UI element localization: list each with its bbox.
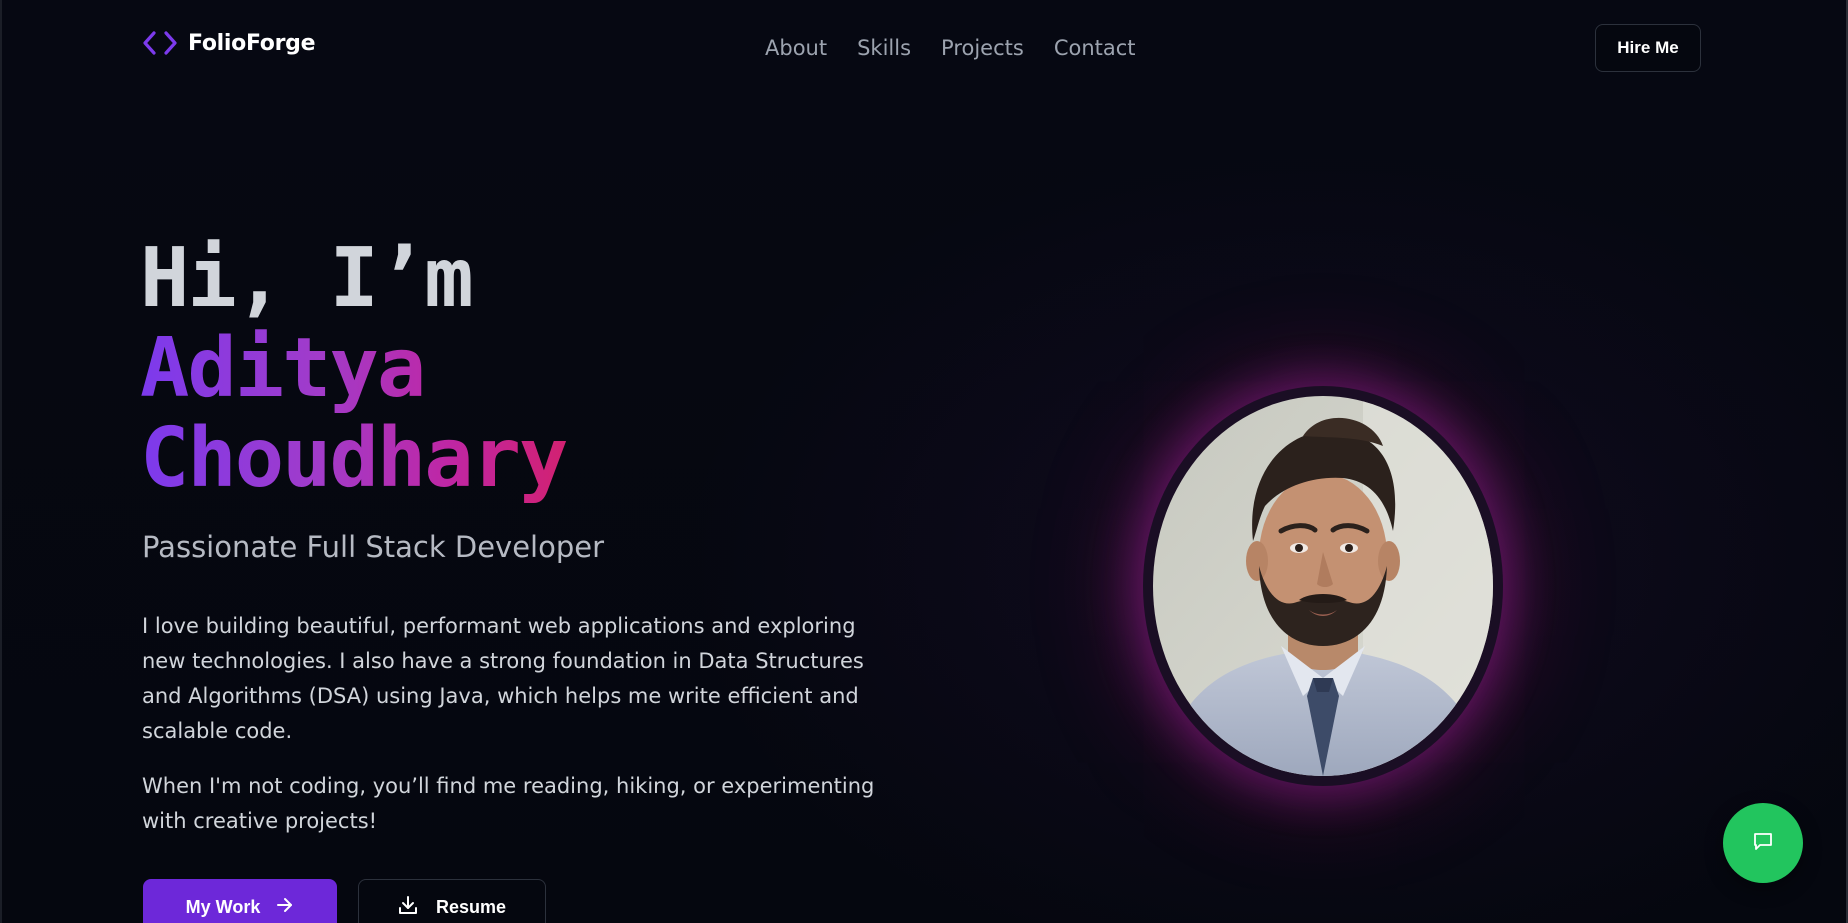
nav-link-skills[interactable]: Skills (857, 36, 911, 60)
resume-label: Resume (435, 896, 507, 917)
window-left-edge (0, 0, 2, 923)
profile-photo (1153, 396, 1493, 776)
brand-logo[interactable]: FolioForge (142, 30, 316, 56)
resume-button[interactable]: Resume (358, 879, 546, 923)
chat-icon (1752, 830, 1774, 857)
my-work-button[interactable]: My Work (143, 879, 337, 923)
site-header: FolioForge About Skills Projects Contact… (0, 0, 1848, 100)
nav-link-contact[interactable]: Contact (1054, 36, 1136, 60)
hire-me-button[interactable]: Hire Me (1595, 24, 1701, 72)
chat-button[interactable] (1723, 803, 1803, 883)
bio-paragraph-2: When I'm not coding, you’ll find me read… (142, 774, 875, 833)
hero-last-name: Choudhary (140, 414, 660, 504)
main-nav: About Skills Projects Contact (765, 36, 1136, 60)
arrow-right-icon (276, 896, 294, 919)
nav-link-about[interactable]: About (765, 36, 827, 60)
hero-first-name: Aditya (140, 324, 660, 414)
hero-heading: Hi, I’m Aditya Choudhary (140, 234, 660, 504)
hero-greeting: Hi, I’m (140, 231, 474, 326)
my-work-label: My Work (185, 896, 261, 917)
download-icon (398, 895, 418, 920)
code-brackets-icon (142, 30, 178, 56)
hero-subtitle: Passionate Full Stack Developer (142, 530, 605, 564)
brand-name: FolioForge (188, 30, 316, 56)
portfolio-page: FolioForge About Skills Projects Contact… (0, 0, 1848, 923)
bio-paragraph-1: I love building beautiful, performant we… (142, 614, 864, 743)
nav-link-projects[interactable]: Projects (941, 36, 1024, 60)
